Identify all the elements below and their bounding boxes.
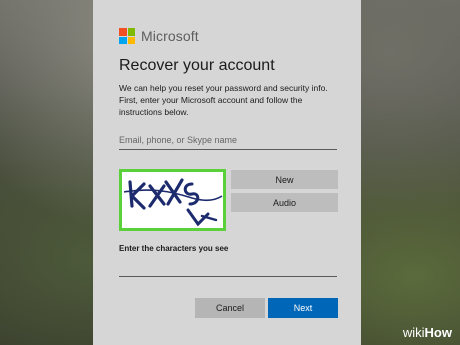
watermark-wiki: wiki bbox=[402, 325, 425, 340]
new-captcha-button[interactable]: New bbox=[231, 170, 338, 189]
wikihow-watermark: wiki How bbox=[403, 325, 452, 340]
captcha-input[interactable] bbox=[119, 262, 337, 277]
captcha-label: Enter the characters you see bbox=[119, 244, 229, 253]
microsoft-brand: Microsoft bbox=[119, 28, 199, 44]
recover-account-panel: Microsoft Recover your account We can he… bbox=[93, 0, 361, 345]
account-input[interactable] bbox=[119, 131, 337, 150]
page-description: We can help you reset your password and … bbox=[119, 83, 328, 117]
audio-captcha-button[interactable]: Audio bbox=[231, 193, 338, 212]
cancel-button[interactable]: Cancel bbox=[195, 298, 265, 318]
brand-name: Microsoft bbox=[141, 28, 199, 44]
captcha-image-icon bbox=[123, 178, 223, 227]
captcha-image bbox=[119, 169, 226, 231]
next-button[interactable]: Next bbox=[268, 298, 338, 318]
page-title: Recover your account bbox=[119, 57, 275, 74]
microsoft-logo-icon bbox=[119, 28, 135, 44]
watermark-how: How bbox=[424, 325, 452, 340]
